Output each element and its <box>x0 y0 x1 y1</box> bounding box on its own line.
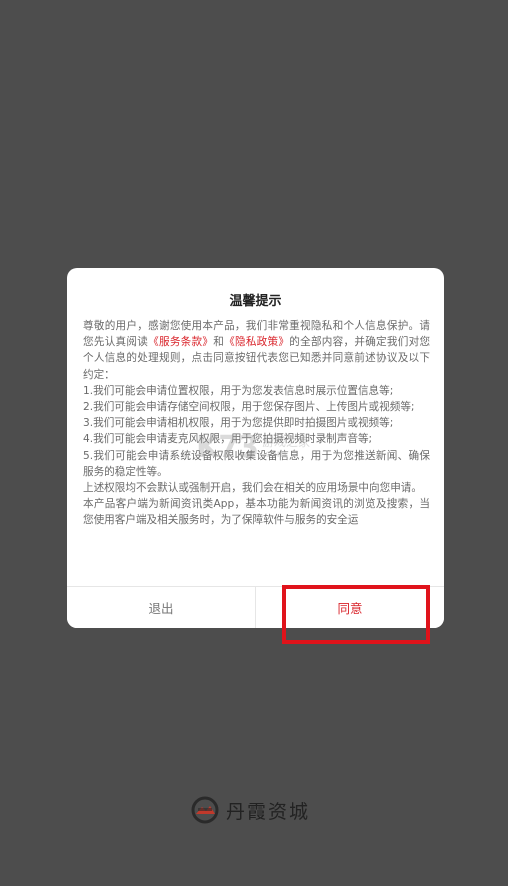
brand-name: 丹霞资城 <box>226 800 311 823</box>
brand-footer: 丹霞资城 <box>190 795 310 825</box>
permission-item: 1.我们可能会申请位置权限，用于为您发表信息时展示位置信息等; <box>83 384 394 397</box>
intro-paragraph: 尊敬的用户，感谢您使用本产品，我们非常重视隐私和个人信息保护。请您先认真阅读《服… <box>83 320 430 381</box>
terms-link[interactable]: 《服务条款》 <box>148 336 213 348</box>
dialog-title: 温馨提示 <box>229 294 282 309</box>
brand-logo-icon <box>191 796 219 824</box>
screen: 温馨提示 尊敬的用户，感谢您使用本产品，我们非常重视隐私和个人信息保护。请您先认… <box>0 0 508 886</box>
privacy-link[interactable]: 《隐私政策》 <box>224 336 289 348</box>
watermark: K73 游戏之家 .com <box>196 430 310 465</box>
permission-item: 3.我们可能会申请相机权限，用于为您提供即时拍摄图片或视频等; <box>83 417 394 430</box>
permission-item: 2.我们可能会申请存储空间权限，用于您保存图片、上传图片或视频等; <box>83 401 415 414</box>
agree-highlight-box <box>282 585 430 644</box>
watermark-logo: K73 <box>196 430 259 465</box>
watermark-en: .com <box>262 448 287 460</box>
permissions-note: 上述权限均不会默认或强制开启，我们会在相关的应用场景中向您申请。 <box>83 482 422 495</box>
watermark-cn: 游戏之家 <box>262 434 311 449</box>
product-note: 本产品客户端为新闻资讯类App，基本功能为新闻资讯的浏览及搜索，当您使用客户端及… <box>83 498 430 527</box>
exit-button[interactable]: 退出 <box>67 587 256 628</box>
